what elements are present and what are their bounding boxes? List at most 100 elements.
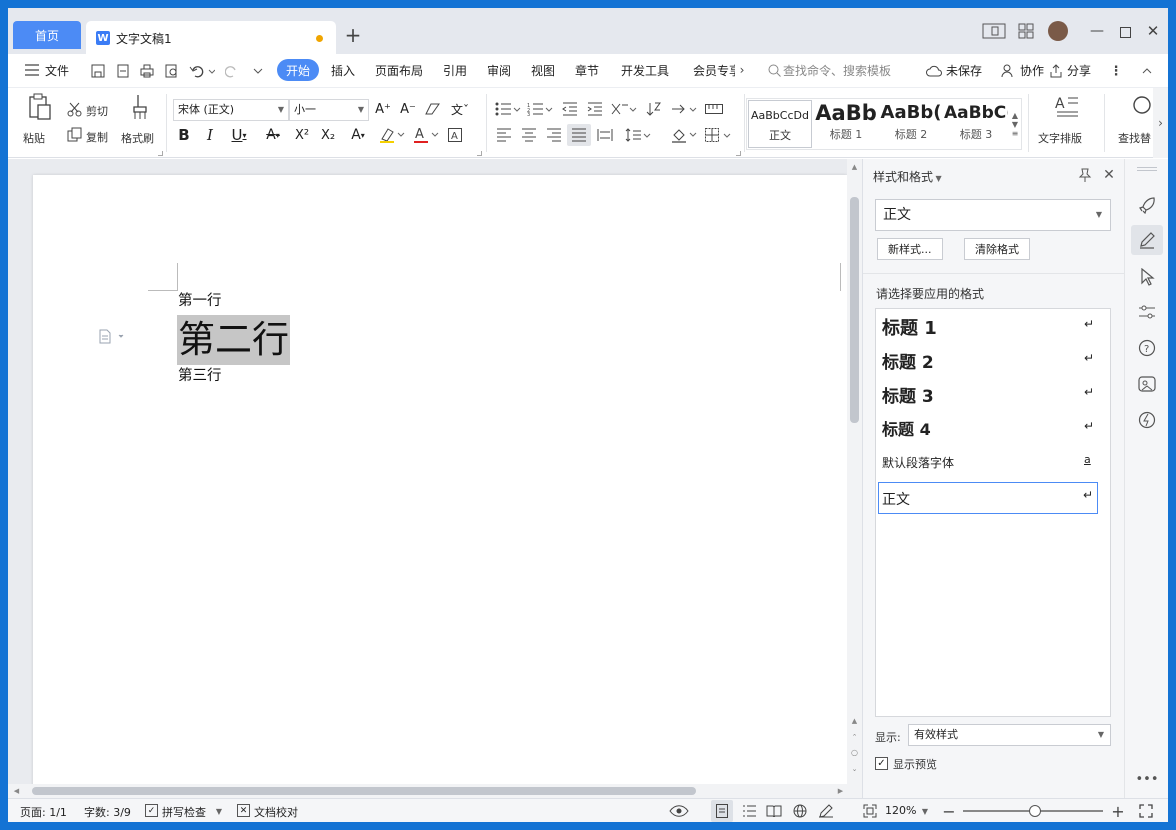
style-heading-3[interactable]: AaBbC( 标题 3	[944, 100, 1008, 148]
style-item-heading-2[interactable]: 标题 2 ↵	[876, 345, 1106, 377]
paragraph-menu-icon[interactable]	[98, 329, 128, 345]
fit-page-icon[interactable]	[860, 802, 880, 820]
font-color-icon[interactable]: A	[412, 126, 440, 144]
eye-protection-icon[interactable]	[668, 802, 690, 820]
menu-review[interactable]: 审阅	[487, 62, 511, 79]
paste-button[interactable]: 粘贴	[23, 130, 45, 146]
window-mode-icon[interactable]	[981, 22, 1007, 40]
pin-icon[interactable]	[1077, 167, 1093, 183]
format-painter-button[interactable]: 格式刷	[121, 130, 154, 146]
tab-document[interactable]: W 文字文稿1	[86, 21, 336, 54]
spellcheck-checkbox-icon[interactable]: ✓	[145, 804, 158, 817]
doc-line-1[interactable]: 第一行	[178, 291, 222, 311]
show-filter-select[interactable]: 有效样式 ▼	[908, 724, 1111, 746]
zoom-slider-thumb[interactable]	[1029, 805, 1041, 817]
command-search-input[interactable]: 查找命令、搜索模板	[783, 62, 891, 79]
paragraph-launcher-icon[interactable]	[736, 151, 741, 156]
redo-icon[interactable]	[222, 62, 242, 80]
sidebar-more-icon[interactable]: •••	[1135, 769, 1159, 789]
shading-icon[interactable]	[670, 126, 698, 144]
grow-font-icon[interactable]: A⁺	[374, 100, 392, 118]
superscript-icon[interactable]: X²	[292, 126, 312, 144]
line-spacing-icon[interactable]	[624, 126, 652, 144]
underline-icon[interactable]: U ▾	[226, 126, 252, 144]
style-gallery-scroll[interactable]: ▲ ▼ ≡	[1009, 100, 1021, 148]
lightning-icon[interactable]	[1135, 408, 1159, 432]
strikethrough-icon[interactable]: A ▾	[260, 126, 286, 144]
style-brush-icon[interactable]	[1131, 225, 1163, 255]
scroll-page-up-icon[interactable]: ⌃	[850, 732, 859, 741]
justify-icon[interactable]	[567, 124, 591, 146]
style-heading-2[interactable]: AaBb( 标题 2	[879, 100, 943, 148]
find-replace-button[interactable]: 查找替	[1118, 130, 1158, 146]
adjust-sliders-icon[interactable]	[1135, 300, 1159, 324]
collaborate-button[interactable]: 协作	[1020, 62, 1044, 79]
style-item-heading-1[interactable]: 标题 1 ↵	[876, 311, 1106, 343]
apps-grid-icon[interactable]	[1017, 22, 1035, 40]
style-item-normal-selected[interactable]: 正文 ↵	[878, 482, 1098, 514]
document-page[interactable]: 第一行 第二行 第三行	[33, 175, 847, 806]
menu-file[interactable]: 文件	[45, 62, 69, 79]
scroll-page-down-icon[interactable]: ⌄	[850, 764, 859, 773]
subscript-icon[interactable]: X₂	[318, 126, 338, 144]
reading-view-icon[interactable]	[764, 802, 784, 820]
horizontal-scrollbar[interactable]: ◀ ▶	[8, 784, 862, 798]
menu-page-layout[interactable]: 页面布局	[375, 62, 423, 79]
font-launcher-icon[interactable]	[477, 151, 482, 156]
web-view-icon[interactable]	[790, 802, 810, 820]
doc-line-3[interactable]: 第三行	[178, 366, 222, 386]
menu-references[interactable]: 引用	[443, 62, 467, 79]
new-style-button[interactable]: 新样式...	[877, 238, 943, 260]
panel-close-icon[interactable]: ✕	[1101, 167, 1117, 183]
format-painter-icon[interactable]	[128, 92, 152, 122]
rocket-icon[interactable]	[1135, 193, 1159, 217]
outline-view-icon[interactable]	[739, 802, 759, 820]
cut-button[interactable]: 剪切	[86, 103, 108, 119]
increase-indent-icon[interactable]	[585, 100, 605, 118]
zoom-level[interactable]: 120%	[885, 804, 916, 817]
proofread-button[interactable]: 文档校对	[254, 804, 298, 820]
bold-icon[interactable]: B	[175, 126, 193, 144]
text-effect-icon[interactable]: A ▾	[344, 126, 372, 144]
chinese-layout-icon[interactable]	[610, 100, 638, 118]
style-normal[interactable]: AaBbCcDd 正文	[748, 100, 812, 148]
show-preview-checkbox[interactable]: ✓	[875, 757, 888, 770]
hamburger-icon[interactable]	[24, 62, 40, 78]
page-count[interactable]: 页面: 1/1	[20, 804, 67, 820]
style-item-heading-3[interactable]: 标题 3 ↵	[876, 379, 1106, 411]
export-pdf-icon[interactable]	[113, 62, 133, 80]
chevron-right-icon[interactable]: ›	[736, 62, 748, 78]
vertical-scroll-thumb[interactable]	[850, 197, 859, 423]
bullet-list-icon[interactable]	[494, 100, 522, 118]
clear-formatting-icon[interactable]	[424, 100, 442, 118]
ribbon-scroll-right-icon[interactable]: ›	[1153, 88, 1168, 158]
menu-insert[interactable]: 插入	[331, 62, 355, 79]
spellcheck-dropdown-icon[interactable]: ▼	[214, 804, 224, 818]
horizontal-scroll-thumb[interactable]	[32, 787, 696, 795]
clear-format-button[interactable]: 清除格式	[964, 238, 1030, 260]
quick-access-more-icon[interactable]	[248, 62, 268, 80]
print-icon[interactable]	[137, 62, 157, 80]
scroll-up-page-icon[interactable]: ▲	[850, 716, 859, 725]
clipboard-launcher-icon[interactable]	[158, 151, 163, 156]
numbered-list-icon[interactable]: 123	[526, 100, 554, 118]
menu-start[interactable]: 开始	[277, 59, 320, 81]
style-item-default-font[interactable]: 默认段落字体 a	[876, 449, 1106, 481]
style-heading-1[interactable]: AaBb 标题 1	[814, 100, 878, 148]
undo-icon[interactable]	[188, 62, 216, 80]
italic-icon[interactable]: I	[201, 126, 219, 144]
word-count[interactable]: 字数: 3/9	[84, 804, 131, 820]
doc-line-2-selected[interactable]: 第二行	[177, 315, 290, 365]
tab-home[interactable]: 首页	[13, 21, 81, 49]
unsaved-status[interactable]: 未保存	[946, 62, 982, 79]
menu-developer[interactable]: 开发工具	[621, 62, 669, 79]
align-right-icon[interactable]	[544, 126, 564, 144]
scroll-right-icon[interactable]: ▶	[836, 786, 845, 795]
maximize-button[interactable]	[1116, 23, 1134, 41]
distributed-icon[interactable]	[595, 126, 615, 144]
current-style-select[interactable]: 正文 ▼	[875, 199, 1111, 231]
pen-mode-icon[interactable]	[816, 802, 836, 820]
new-tab-button[interactable]: +	[343, 23, 363, 47]
collapse-ribbon-icon[interactable]	[1140, 64, 1154, 78]
vertical-scrollbar[interactable]: ▲ ▲ ⌃ ○ ⌄	[847, 159, 862, 784]
